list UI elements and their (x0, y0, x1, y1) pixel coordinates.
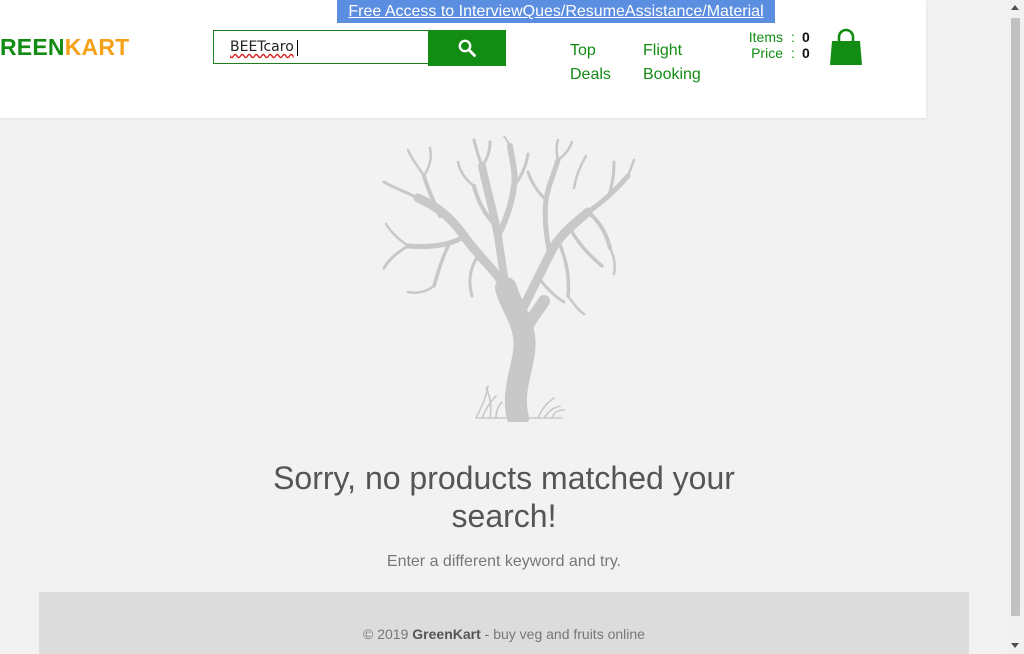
site-footer: © 2019 GreenKart - buy veg and fruits on… (39, 592, 969, 654)
search-form: BEETcaro (213, 30, 506, 66)
brand-logo[interactable]: REENKART (0, 34, 129, 61)
nav-flight-booking-line1: Flight (643, 42, 683, 59)
shopping-bag-icon[interactable] (828, 28, 864, 66)
promo-banner-link[interactable]: Free Access to InterviewQues/ResumeAssis… (337, 0, 775, 23)
search-button[interactable] (428, 30, 506, 66)
cart-items-row: Items : 0 (738, 29, 818, 45)
cart-items-label: Items (748, 29, 783, 45)
nav-top-deals[interactable]: Top Deals (570, 39, 630, 87)
bare-tree-illustration (382, 136, 636, 422)
page: REENKART BEETcaro Top Deals Flight Booki… (0, 0, 1024, 654)
footer-copyright: © 2019 (363, 626, 413, 642)
cart-price-label: Price (751, 45, 783, 61)
nav-flight-booking-line2: Booking (643, 66, 701, 83)
nav-top-deals-line1: Top (570, 42, 596, 59)
cart-price-value: 0 (802, 45, 810, 61)
brand-logo-orange: KART (64, 34, 130, 60)
scrollbar-thumb[interactable] (1011, 18, 1020, 616)
nav-top-deals-line2: Deals (570, 66, 611, 83)
cart-summary: Items : 0 Price : 0 (738, 29, 818, 61)
scroll-down-arrow-icon[interactable] (1011, 643, 1019, 648)
scroll-up-arrow-icon[interactable] (1011, 5, 1019, 10)
footer-brand: GreenKart (412, 626, 481, 642)
cart-price-row: Price : 0 (738, 45, 818, 61)
text-caret (297, 40, 298, 56)
no-results-subtitle: Enter a different keyword and try. (386, 553, 622, 570)
nav-flight-booking[interactable]: Flight Booking (643, 39, 723, 87)
cart-price-colon: : (791, 45, 795, 61)
cart-items-count: 0 (802, 29, 810, 45)
footer-tagline: - buy veg and fruits online (480, 626, 645, 642)
vertical-scrollbar[interactable] (1007, 0, 1024, 654)
search-input[interactable] (213, 30, 429, 64)
search-icon (458, 39, 476, 57)
no-results-title: Sorry, no products matched your search! (273, 460, 735, 534)
brand-logo-green: REEN (0, 34, 65, 60)
cart-items-colon: : (791, 29, 795, 45)
